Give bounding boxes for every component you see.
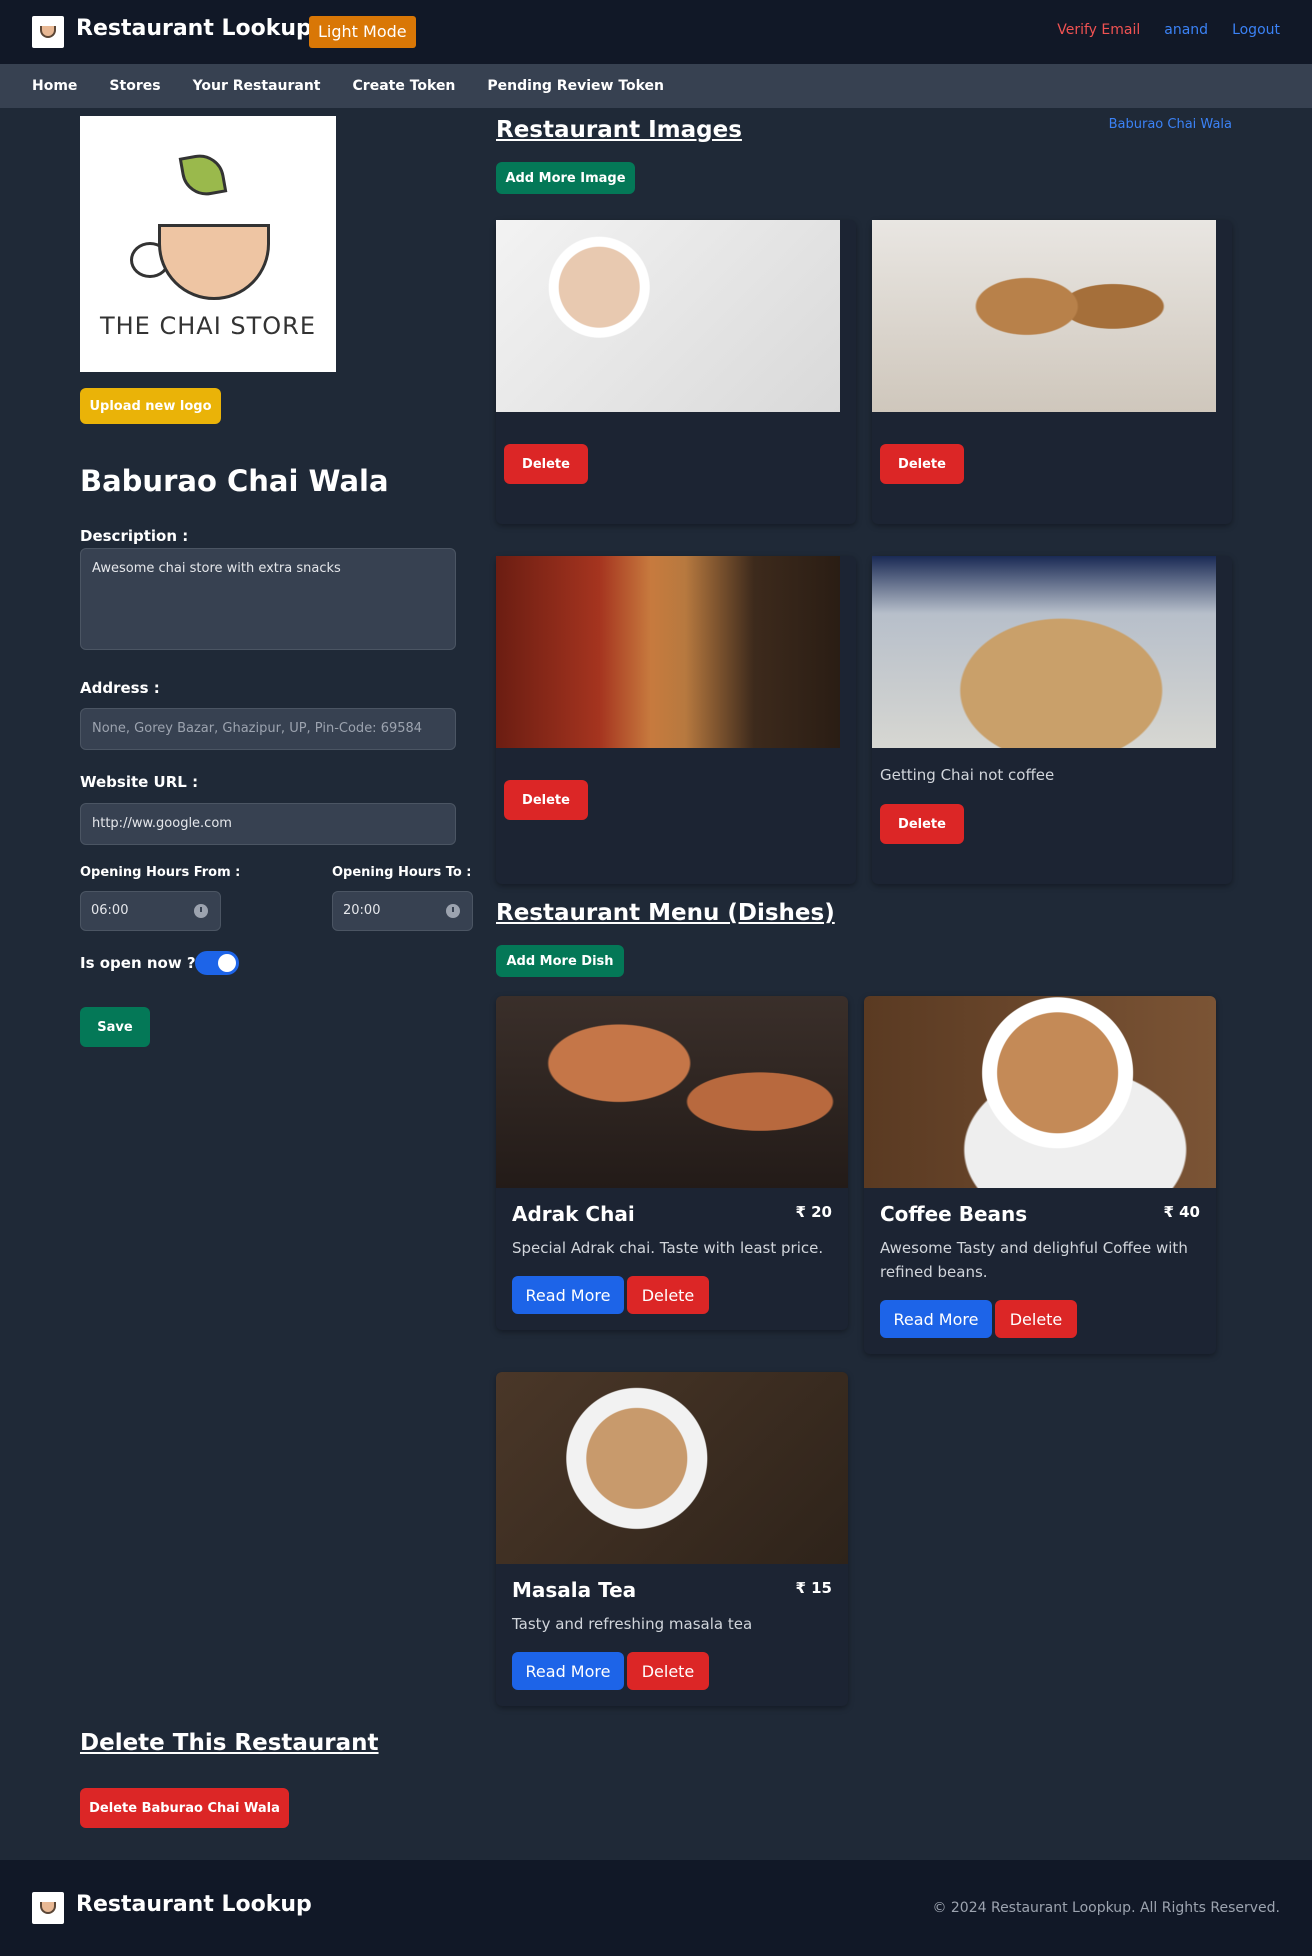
address-input[interactable]: None, Gorey Bazar, Ghazipur, UP, Pin-Cod… [80,708,456,750]
read-more-button[interactable]: Read More [512,1276,624,1314]
delete-dish-button[interactable]: Delete [627,1652,709,1690]
nav-item-your-restaurant[interactable]: Your Restaurant [193,78,321,94]
dish-name: Masala Tea [512,1578,637,1602]
copyright-text: © 2024 Restaurant Loopkup. All Rights Re… [932,1900,1280,1916]
dish-price: ₹ 40 [1163,1203,1200,1221]
hours-from-label: Opening Hours From : [80,865,241,880]
hours-from-input[interactable]: 06:00 [80,891,221,931]
brand-logo-icon [32,1892,64,1924]
read-more-button[interactable]: Read More [880,1300,992,1338]
delete-image-button[interactable]: Delete [880,444,964,484]
light-mode-button[interactable]: Light Mode [309,16,416,48]
dish-card: Coffee Beans ₹ 40 Awesome Tasty and deli… [864,996,1216,1354]
hours-to-value: 20:00 [343,903,381,918]
restaurant-image [496,220,840,412]
image-card: Delete [496,220,856,524]
account-links: Verify Email anand Logout [1057,22,1280,38]
verify-email-link[interactable]: Verify Email [1057,22,1140,38]
description-label: Description : [80,527,189,545]
brand-title[interactable]: Restaurant Lookup [76,16,312,41]
nav-item-create-token[interactable]: Create Token [353,78,456,94]
logo-text: THE CHAI STORE [99,312,317,340]
add-dish-button[interactable]: Add More Dish [496,945,624,977]
restaurant-logo: THE CHAI STORE [80,116,336,372]
clock-icon[interactable] [194,904,208,918]
main-nav: Home Stores Your Restaurant Create Token… [0,64,1312,108]
open-now-toggle[interactable] [195,951,239,975]
delete-restaurant-button[interactable]: Delete Baburao Chai Wala [80,1788,289,1828]
dish-name: Coffee Beans [880,1202,1028,1226]
delete-image-button[interactable]: Delete [880,804,964,844]
description-textarea[interactable]: Awesome chai store with extra snacks [80,548,456,650]
logout-link[interactable]: Logout [1232,22,1280,38]
read-more-button[interactable]: Read More [512,1652,624,1690]
delete-dish-button[interactable]: Delete [995,1300,1077,1338]
nav-item-home[interactable]: Home [32,78,77,94]
hours-from-value: 06:00 [91,903,129,918]
dish-description: Tasty and refreshing masala tea [512,1615,753,1633]
top-header: Restaurant Lookup Light Mode Verify Emai… [0,0,1312,64]
delete-image-button[interactable]: Delete [504,780,588,820]
dish-card: Masala Tea ₹ 15 Tasty and refreshing mas… [496,1372,848,1706]
leaf-icon [178,150,228,200]
footer-title: Restaurant Lookup [76,1892,312,1917]
restaurant-image [872,556,1216,748]
website-label: Website URL : [80,773,199,791]
save-button[interactable]: Save [80,1007,150,1047]
upload-logo-button[interactable]: Upload new logo [80,388,221,424]
nav-item-stores[interactable]: Stores [109,78,160,94]
user-link[interactable]: anand [1164,22,1208,38]
dish-price: ₹ 20 [795,1203,832,1221]
brand-logo-icon[interactable] [32,16,64,48]
dish-description: Awesome Tasty and delighful Coffee with … [880,1239,1188,1281]
clock-icon[interactable] [446,904,460,918]
image-card: Getting Chai not coffee Delete [872,556,1232,884]
dish-description: Special Adrak chai. Taste with least pri… [512,1239,824,1257]
restaurant-image [496,556,840,748]
dish-image [496,996,848,1188]
cup-icon [158,224,270,300]
add-image-button[interactable]: Add More Image [496,162,635,194]
image-caption: Getting Chai not coffee [880,766,1055,784]
footer: Restaurant Lookup © 2024 Restaurant Loop… [0,1860,1312,1956]
nav-item-pending-review-token[interactable]: Pending Review Token [487,78,664,94]
restaurant-image [872,220,1216,412]
images-section-title: Restaurant Images [496,117,742,143]
dish-name: Adrak Chai [512,1202,635,1226]
address-label: Address : [80,679,160,697]
dish-image [496,1372,848,1564]
delete-image-button[interactable]: Delete [504,444,588,484]
toggle-knob [218,954,236,972]
delete-section-title: Delete This Restaurant [80,1730,379,1756]
hours-to-label: Opening Hours To : [332,865,472,880]
dish-price: ₹ 15 [795,1579,832,1597]
image-card: Delete [496,556,856,884]
delete-dish-button[interactable]: Delete [627,1276,709,1314]
dish-card: Adrak Chai ₹ 20 Special Adrak chai. Tast… [496,996,848,1330]
menu-section-title: Restaurant Menu (Dishes) [496,900,835,926]
image-card: Delete [872,220,1232,524]
restaurant-name: Baburao Chai Wala [80,464,389,498]
dish-image [864,996,1216,1188]
website-input[interactable]: http://ww.google.com [80,803,456,845]
restaurant-link[interactable]: Baburao Chai Wala [1109,117,1232,132]
hours-to-input[interactable]: 20:00 [332,891,473,931]
open-now-label: Is open now ? [80,954,196,972]
